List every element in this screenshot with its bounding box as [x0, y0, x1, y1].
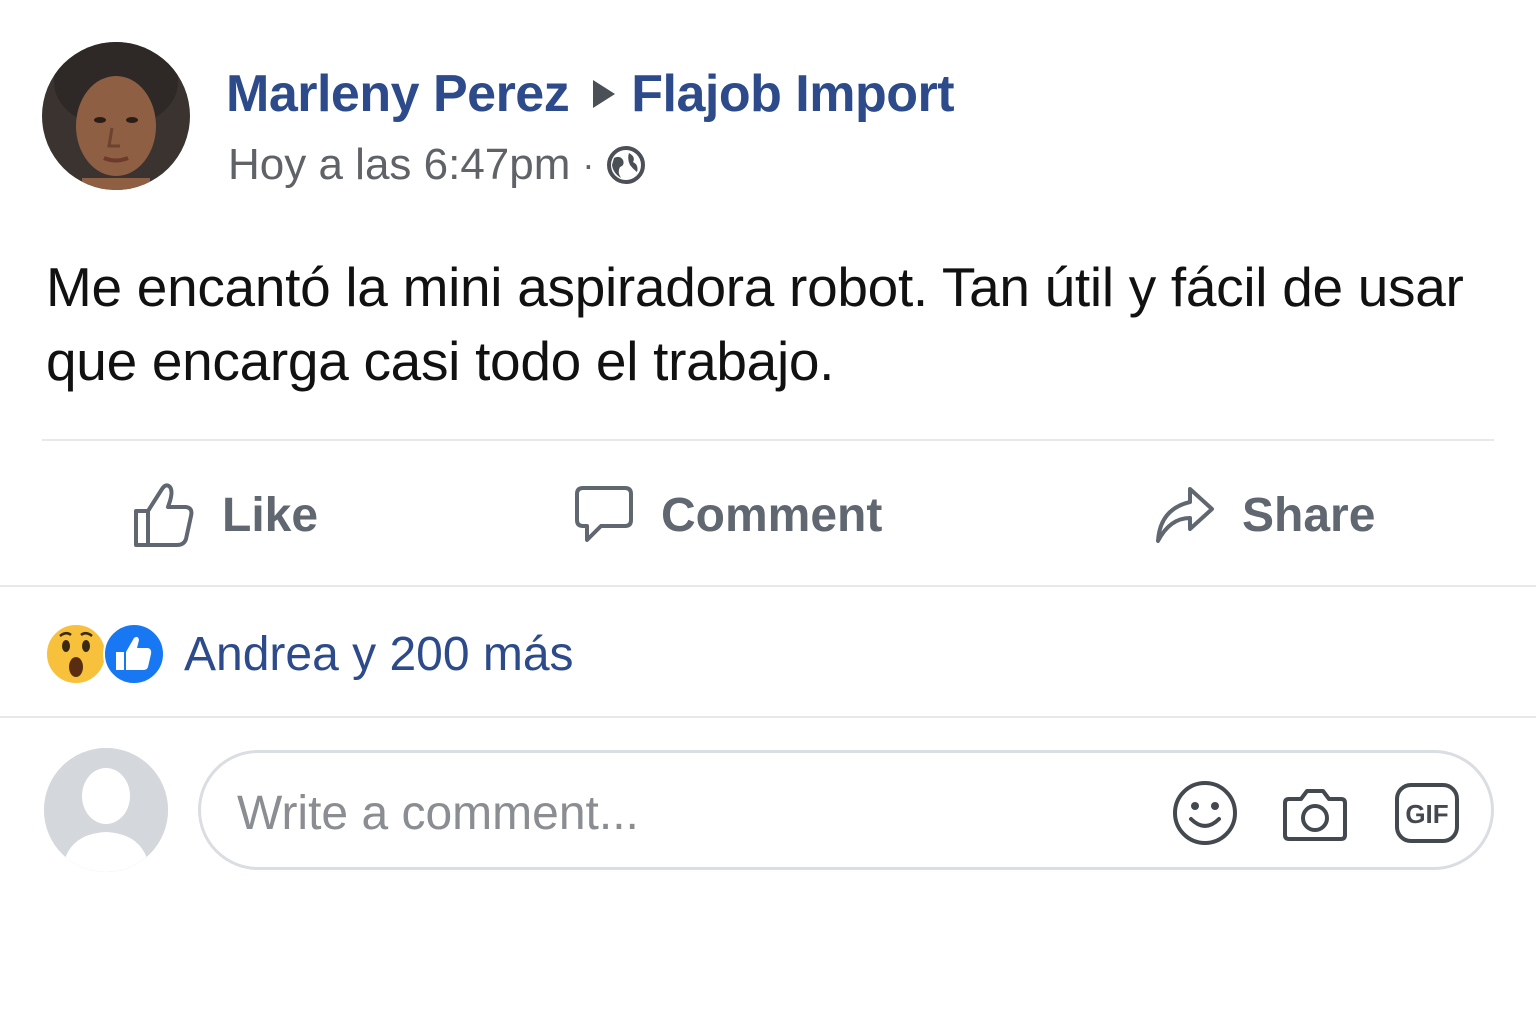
author-name-link[interactable]: Marleny Perez [226, 64, 570, 124]
post-meta: Hoy a las 6:47pm · [228, 136, 646, 194]
divider [0, 716, 1536, 718]
reactions-summary[interactable]: Andrea y 200 más [44, 620, 574, 688]
post-timestamp[interactable]: Hoy a las 6:47pm [228, 140, 570, 190]
gif-label: GIF [1405, 799, 1448, 829]
share-label: Share [1242, 488, 1376, 542]
comment-bubble-icon [575, 486, 633, 542]
gif-icon[interactable]: GIF [1393, 779, 1461, 847]
meta-separator: · [582, 144, 595, 185]
thumbs-up-icon [134, 483, 194, 547]
page-name-link[interactable]: Flajob Import [631, 64, 954, 124]
comment-box: GIF [198, 750, 1494, 870]
post-body-text: Me encantó la mini aspiradora robot. Tan… [46, 256, 1464, 392]
divider [0, 585, 1536, 587]
wow-icon [44, 622, 108, 686]
post-card: Marleny Perez Flajob Import Hoy a las 6:… [0, 0, 1536, 1024]
reaction-count-link[interactable]: Andrea y 200 más [184, 627, 574, 682]
like-label: Like [222, 488, 319, 542]
action-bar: Like Comment Share [0, 460, 1536, 570]
share-button[interactable]: Share [1154, 460, 1375, 570]
globe-icon[interactable] [606, 145, 646, 185]
emoji-icon[interactable] [1171, 779, 1239, 847]
divider [42, 439, 1494, 441]
comment-input[interactable] [235, 775, 1139, 851]
comment-label: Comment [661, 488, 883, 542]
caret-right-icon [591, 78, 617, 110]
camera-icon[interactable] [1281, 779, 1349, 847]
like-icon [102, 622, 166, 686]
author-avatar[interactable] [42, 42, 190, 190]
user-avatar-icon [44, 748, 168, 872]
like-button[interactable]: Like [132, 460, 318, 570]
post-header: Marleny Perez Flajob Import [226, 62, 955, 126]
share-arrow-icon [1156, 487, 1214, 543]
comment-button[interactable]: Comment [573, 460, 882, 570]
